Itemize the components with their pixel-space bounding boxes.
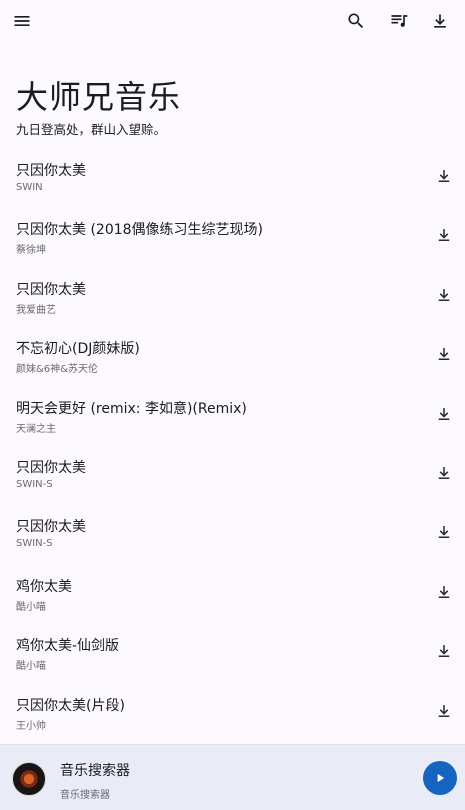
now-playing-subtitle: 音乐搜索器 [60,790,110,801]
now-playing-title: 音乐搜索器 [60,763,130,779]
download-icon [438,704,450,717]
app-window: 大师兄音乐 九日登高处，群山入望赊。 只因你太美 SWIN 只因你太美 (201… [0,0,465,810]
menu-icon [14,16,30,26]
song-row[interactable]: 只因你太美(片段) 王小帅 [0,682,465,741]
song-title: 只因你太美 [16,281,86,298]
download-icon [438,466,450,479]
song-title: 只因你太美 (2018偶像练习生综艺现场) [16,222,264,239]
song-row[interactable]: 只因你太美 我爱曲艺 [0,266,465,325]
download-icon [438,170,450,182]
song-download-button[interactable] [433,403,455,425]
song-artist: 王小帅 [16,720,46,732]
song-download-button[interactable] [433,343,455,365]
page-subtitle: 九日登高处，群山入望赊。 [16,122,167,137]
song-artist: SWIN-S [16,538,53,550]
song-download-button[interactable] [433,165,455,187]
song-title: 只因你太美 [16,519,86,536]
menu-button[interactable] [6,5,38,37]
song-artist: 我爱曲艺 [16,304,56,316]
download-icon [438,526,450,539]
download-all-button[interactable] [424,5,456,37]
song-artist: 酷小喵 [16,661,46,673]
download-icon [438,645,450,658]
song-download-button[interactable] [433,284,455,306]
queue-music-icon [391,15,408,27]
song-row[interactable]: 鸡你太美 酷小喵 [0,563,465,622]
song-artist: 颜妹&6神&苏天伦 [16,364,98,376]
top-app-bar [0,0,465,44]
download-icon [438,348,450,361]
play-button[interactable] [423,761,457,795]
song-title: 不忘初心(DJ颜妹版) [16,341,140,358]
search-button[interactable] [340,5,372,37]
song-title: 鸡你太美-仙剑版 [16,638,120,655]
song-row[interactable]: 不忘初心(DJ颜妹版) 颜妹&6神&苏天伦 [0,325,465,384]
song-artist: SWIN-S [16,478,53,490]
song-title: 只因你太美 [16,459,86,476]
song-download-button[interactable] [433,224,455,246]
song-row[interactable]: 鸡你太美-仙剑版 酷小喵 [0,622,465,681]
song-artist: 蔡徐坤 [16,245,46,257]
song-artist: 天澜之主 [16,423,56,435]
download-icon [438,229,450,242]
song-title: 只因你太美 [16,163,86,179]
song-row[interactable]: 明天会更好 (remix: 李如意)(Remix) 天澜之主 [0,385,465,444]
song-title: 只因你太美(片段) [16,697,125,714]
song-title: 明天会更好 (remix: 李如意)(Remix) [16,400,247,417]
song-artist: SWIN [16,182,43,193]
song-download-button[interactable] [433,581,455,603]
song-download-button[interactable] [433,521,455,543]
now-playing-bar[interactable]: 音乐搜索器 音乐搜索器 [0,744,465,810]
download-icon [434,14,446,28]
song-row[interactable]: 只因你太美 SWIN [0,147,465,206]
download-icon [438,288,450,301]
song-artist: 酷小喵 [16,601,46,613]
song-row[interactable]: 只因你太美 (2018偶像练习生综艺现场) 蔡徐坤 [0,206,465,265]
song-title: 鸡你太美 [16,578,72,595]
song-row[interactable]: 只因你太美 SWIN-S [0,503,465,562]
song-download-button[interactable] [433,640,455,662]
playlist-button[interactable] [383,5,415,37]
search-icon [348,13,364,29]
song-list: 只因你太美 SWIN 只因你太美 (2018偶像练习生综艺现场) 蔡徐坤 只因你… [0,147,465,741]
download-icon [438,407,450,420]
song-download-button[interactable] [433,700,455,722]
play-icon [437,773,445,783]
song-row[interactable]: 只因你太美 SWIN-S [0,444,465,503]
page-title: 大师兄音乐 [16,78,182,116]
album-cover [12,762,46,796]
download-icon [438,585,450,598]
song-download-button[interactable] [433,462,455,484]
